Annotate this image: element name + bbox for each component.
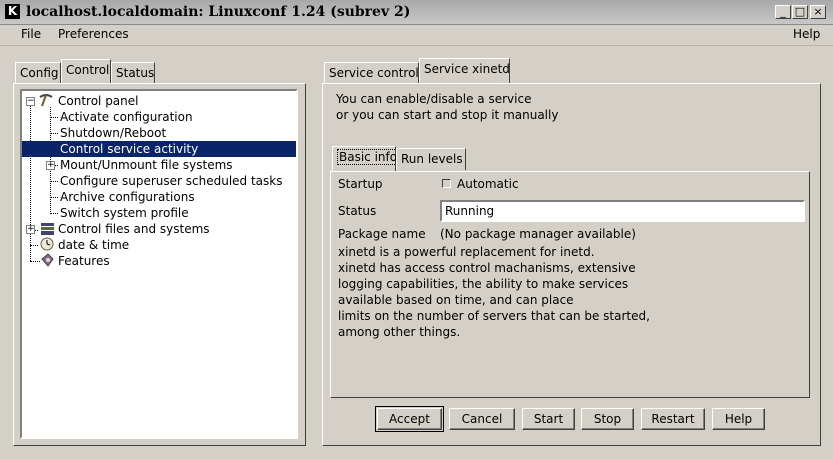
pickaxe-icon	[39, 94, 53, 107]
status-label: Status	[338, 204, 377, 218]
info-line: available based on time, and can place	[338, 293, 574, 307]
tree-item-activate-configuration[interactable]: Activate configuration	[60, 109, 193, 125]
status-value: Running	[445, 204, 495, 218]
minimize-icon[interactable]: _	[775, 5, 791, 19]
description-line-1: You can enable/disable a service	[336, 92, 532, 106]
app-icon[interactable]: K	[5, 4, 20, 19]
startup-label: Startup	[338, 177, 383, 191]
status-field[interactable]: Running	[440, 200, 805, 222]
tree-item-control-panel[interactable]: Control panel	[58, 93, 138, 109]
menu-preferences[interactable]: Preferences	[58, 27, 129, 41]
tab-basic-info-label: Basic info	[337, 149, 400, 165]
automatic-label[interactable]: Automatic	[457, 177, 519, 191]
menu-help[interactable]: Help	[793, 27, 820, 41]
description-line-2: or you can start and stop it manually	[336, 108, 559, 122]
info-line: logging capabilities, the ability to mak…	[338, 277, 629, 291]
menu-file[interactable]: File	[21, 27, 41, 41]
tree-item-control-files[interactable]: Control files and systems	[58, 221, 210, 237]
collapse-icon[interactable]: −	[26, 97, 35, 106]
tab-service-xinetd[interactable]: Service xinetd	[419, 58, 510, 83]
start-button[interactable]: Start	[522, 408, 575, 430]
tree-item-switch-profile[interactable]: Switch system profile	[60, 205, 189, 221]
tree-item-date-time[interactable]: date & time	[58, 237, 129, 253]
files-icon	[41, 223, 54, 235]
tab-status[interactable]: Status	[111, 62, 155, 84]
tab-config[interactable]: Config	[15, 62, 61, 84]
accept-button[interactable]: Accept	[377, 408, 442, 430]
info-line: limits on the number of servers that can…	[338, 309, 650, 323]
package-value: (No package manager available)	[440, 227, 636, 241]
help-button[interactable]: Help	[712, 408, 765, 430]
tree-item-control-service-activity[interactable]: Control service activity	[22, 141, 296, 157]
tab-control[interactable]: Control	[61, 59, 111, 84]
expand-icon[interactable]: +	[26, 225, 35, 234]
tab-service-control[interactable]: Service control	[324, 62, 419, 84]
automatic-checkbox[interactable]	[442, 179, 451, 188]
tree-item-mount-unmount[interactable]: Mount/Unmount file systems	[60, 157, 233, 173]
stop-button[interactable]: Stop	[581, 408, 634, 430]
cancel-button[interactable]: Cancel	[449, 408, 515, 430]
tree-item-shutdown-reboot[interactable]: Shutdown/Reboot	[60, 125, 166, 141]
title-bar[interactable]: K localhost.localdomain: Linuxconf 1.24 …	[0, 0, 833, 25]
menu-bar: File Preferences Help	[0, 25, 833, 46]
tree-view[interactable]: − + + Control panel Activate configurati…	[20, 89, 298, 439]
maximize-icon[interactable]: □	[792, 5, 808, 19]
info-line: among other things.	[338, 325, 461, 339]
tree-item-superuser-tasks[interactable]: Configure superuser scheduled tasks	[60, 173, 282, 189]
features-icon	[41, 253, 54, 267]
tab-basic-info[interactable]: Basic info	[332, 146, 400, 172]
expand-icon[interactable]: +	[46, 161, 55, 170]
clock-icon	[40, 237, 54, 251]
tab-run-levels[interactable]: Run levels	[396, 148, 466, 170]
package-label: Package name	[338, 227, 426, 241]
restart-button[interactable]: Restart	[641, 408, 705, 430]
tree-item-features[interactable]: Features	[58, 253, 110, 269]
window-title: localhost.localdomain: Linuxconf 1.24 (s…	[26, 4, 411, 20]
info-line: xinetd has access control machanisms, ex…	[338, 261, 636, 275]
tree-item-archive-configurations[interactable]: Archive configurations	[60, 189, 195, 205]
close-icon[interactable]: ×	[810, 5, 826, 19]
info-line: xinetd is a powerful replacement for ine…	[338, 245, 595, 259]
